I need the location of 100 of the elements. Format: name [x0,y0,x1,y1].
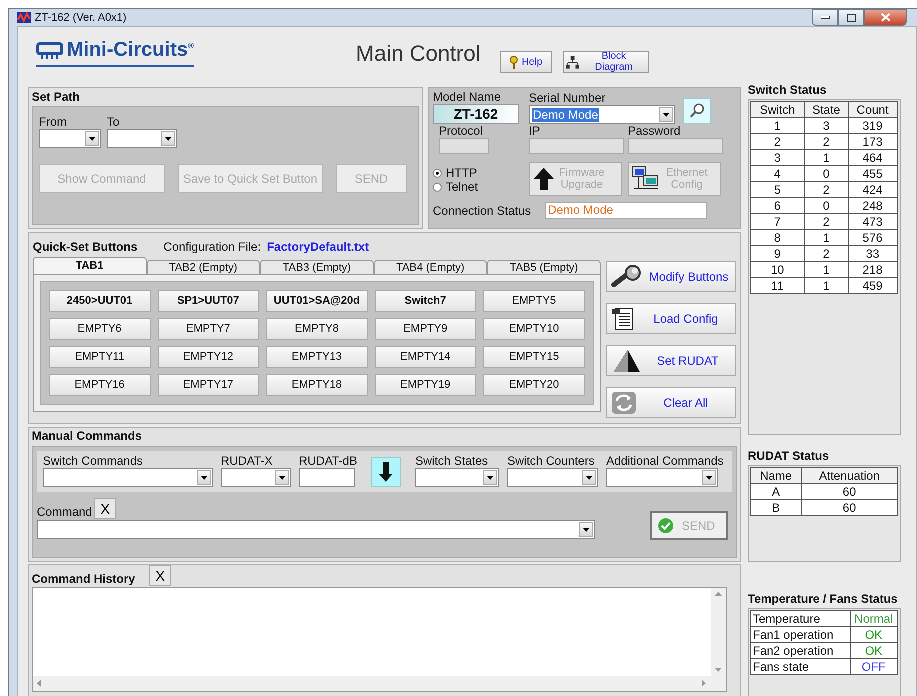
quick-set-button[interactable]: EMPTY19 [374,374,476,396]
close-button[interactable] [864,9,907,26]
caret-icon [586,476,593,480]
quick-set-button[interactable]: EMPTY5 [483,290,585,312]
quick-set-button[interactable]: EMPTY10 [483,318,585,340]
table-cell: 2 [750,134,805,150]
serial-number-dropdown[interactable]: Demo Mode [529,105,675,124]
input-field[interactable] [439,138,489,154]
field-label: Connection Status [433,204,532,218]
quick-set-button[interactable]: EMPTY8 [266,318,368,340]
check-icon [658,518,674,534]
insert-button[interactable] [371,457,402,487]
tab[interactable]: TAB5 (Empty) [487,260,601,274]
table-cell: 6 [750,198,805,214]
tab[interactable]: TAB1 [33,257,147,274]
table-cell: 319 [848,118,898,134]
table-cell: 0 [804,166,848,182]
section-title: RUDAT Status [748,449,830,463]
quick-set-button[interactable]: 2450>UUT01 [49,290,151,312]
radio-label: HTTP [446,166,478,180]
quick-set-button[interactable]: UUT01>SA@20d [266,290,368,312]
column-header: Attenuation [802,468,898,484]
model-name-field: ZT-162 [433,104,519,124]
quick-set-button[interactable]: EMPTY13 [266,346,368,368]
table-cell: Temperature [750,610,850,626]
help-button[interactable]: Help [500,51,552,73]
table-cell: B [750,500,802,516]
dropdown[interactable] [606,468,718,487]
quick-set-button[interactable]: EMPTY6 [49,318,151,340]
quick-set-button[interactable]: EMPTY7 [158,318,260,340]
input-field[interactable] [299,468,355,487]
caret-icon [88,136,96,140]
clear-button[interactable]: X [94,498,116,519]
computers-icon [632,166,660,192]
quick-set-button[interactable]: EMPTY20 [483,374,585,396]
caret-icon [582,528,590,532]
connector-icon [36,42,64,60]
action-button[interactable]: Modify Buttons [606,261,736,292]
app-icon [17,12,31,23]
field-label: To [107,115,121,129]
table-cell: 7 [750,214,805,230]
scroll-down-icon[interactable] [715,668,722,672]
scrollbar[interactable] [711,588,726,676]
scroll-up-icon[interactable] [715,592,722,596]
radio-button[interactable] [433,168,442,178]
scroll-left-icon[interactable] [37,680,41,687]
file-name: FactoryDefault.txt [267,240,370,254]
action-button[interactable]: Set RUDAT [606,345,736,376]
maximize-button[interactable] [838,9,864,26]
quick-set-button[interactable]: Switch7 [374,290,476,312]
tab[interactable]: TAB4 (Empty) [374,260,488,274]
dropdown[interactable] [43,468,213,487]
status-field: Demo Mode [545,202,708,219]
dropdown[interactable] [507,468,598,487]
block-diagram-button[interactable]: Block Diagram [562,51,649,73]
scrollbar[interactable] [33,676,726,691]
quick-set-button[interactable]: EMPTY16 [49,374,151,396]
table-cell: Fan2 operation [750,642,850,658]
quick-set-button[interactable]: EMPTY9 [374,318,476,340]
field-label: Configuration File: [164,240,262,254]
action-button[interactable]: Clear All [606,387,736,418]
dropdown[interactable] [415,468,500,487]
input-field[interactable] [628,138,723,154]
panel-title: Manual Commands [32,429,144,443]
dropdown[interactable] [39,129,101,148]
quick-set-button[interactable]: EMPTY11 [49,346,151,368]
dropdown[interactable] [221,468,291,487]
field-label: Command [37,505,92,519]
dropdown[interactable] [107,129,177,148]
radio-button[interactable] [433,182,442,192]
scroll-right-icon[interactable] [702,680,706,687]
table-cell: Fan1 operation [750,626,850,642]
quick-set-button[interactable]: EMPTY15 [483,346,585,368]
quick-set-button[interactable]: EMPTY12 [158,346,260,368]
status-value: OK [850,626,898,642]
quick-set-button[interactable]: EMPTY17 [158,374,260,396]
quick-set-button[interactable]: EMPTY14 [374,346,476,368]
minimize-button[interactable] [812,9,838,26]
refresh-icon [611,390,637,414]
table-cell: 3 [804,118,848,134]
panel-title: Set Path [32,90,82,104]
tab[interactable]: TAB3 (Empty) [260,260,374,274]
table-cell: 2 [804,246,848,262]
table-cell: 11 [750,278,805,294]
clear-button[interactable]: X [149,565,172,586]
input-field[interactable] [529,138,624,154]
logo: Mini-Circuits$^{®}$ [36,39,194,67]
command-dropdown[interactable] [37,520,595,539]
quick-set-button[interactable]: EMPTY18 [266,374,368,396]
field-label: Model Name [433,90,502,104]
panel-title: Command History [32,572,136,586]
status-value: OK [850,642,898,658]
search-button[interactable] [683,98,711,124]
quick-set-button[interactable]: SP1>UUT07 [158,290,260,312]
table-cell: 2 [804,214,848,230]
action-button[interactable]: Load Config [606,303,736,334]
minimize-icon [820,16,830,19]
table-cell: 5 [750,182,805,198]
caret-icon [164,136,172,140]
tab[interactable]: TAB2 (Empty) [146,260,260,274]
